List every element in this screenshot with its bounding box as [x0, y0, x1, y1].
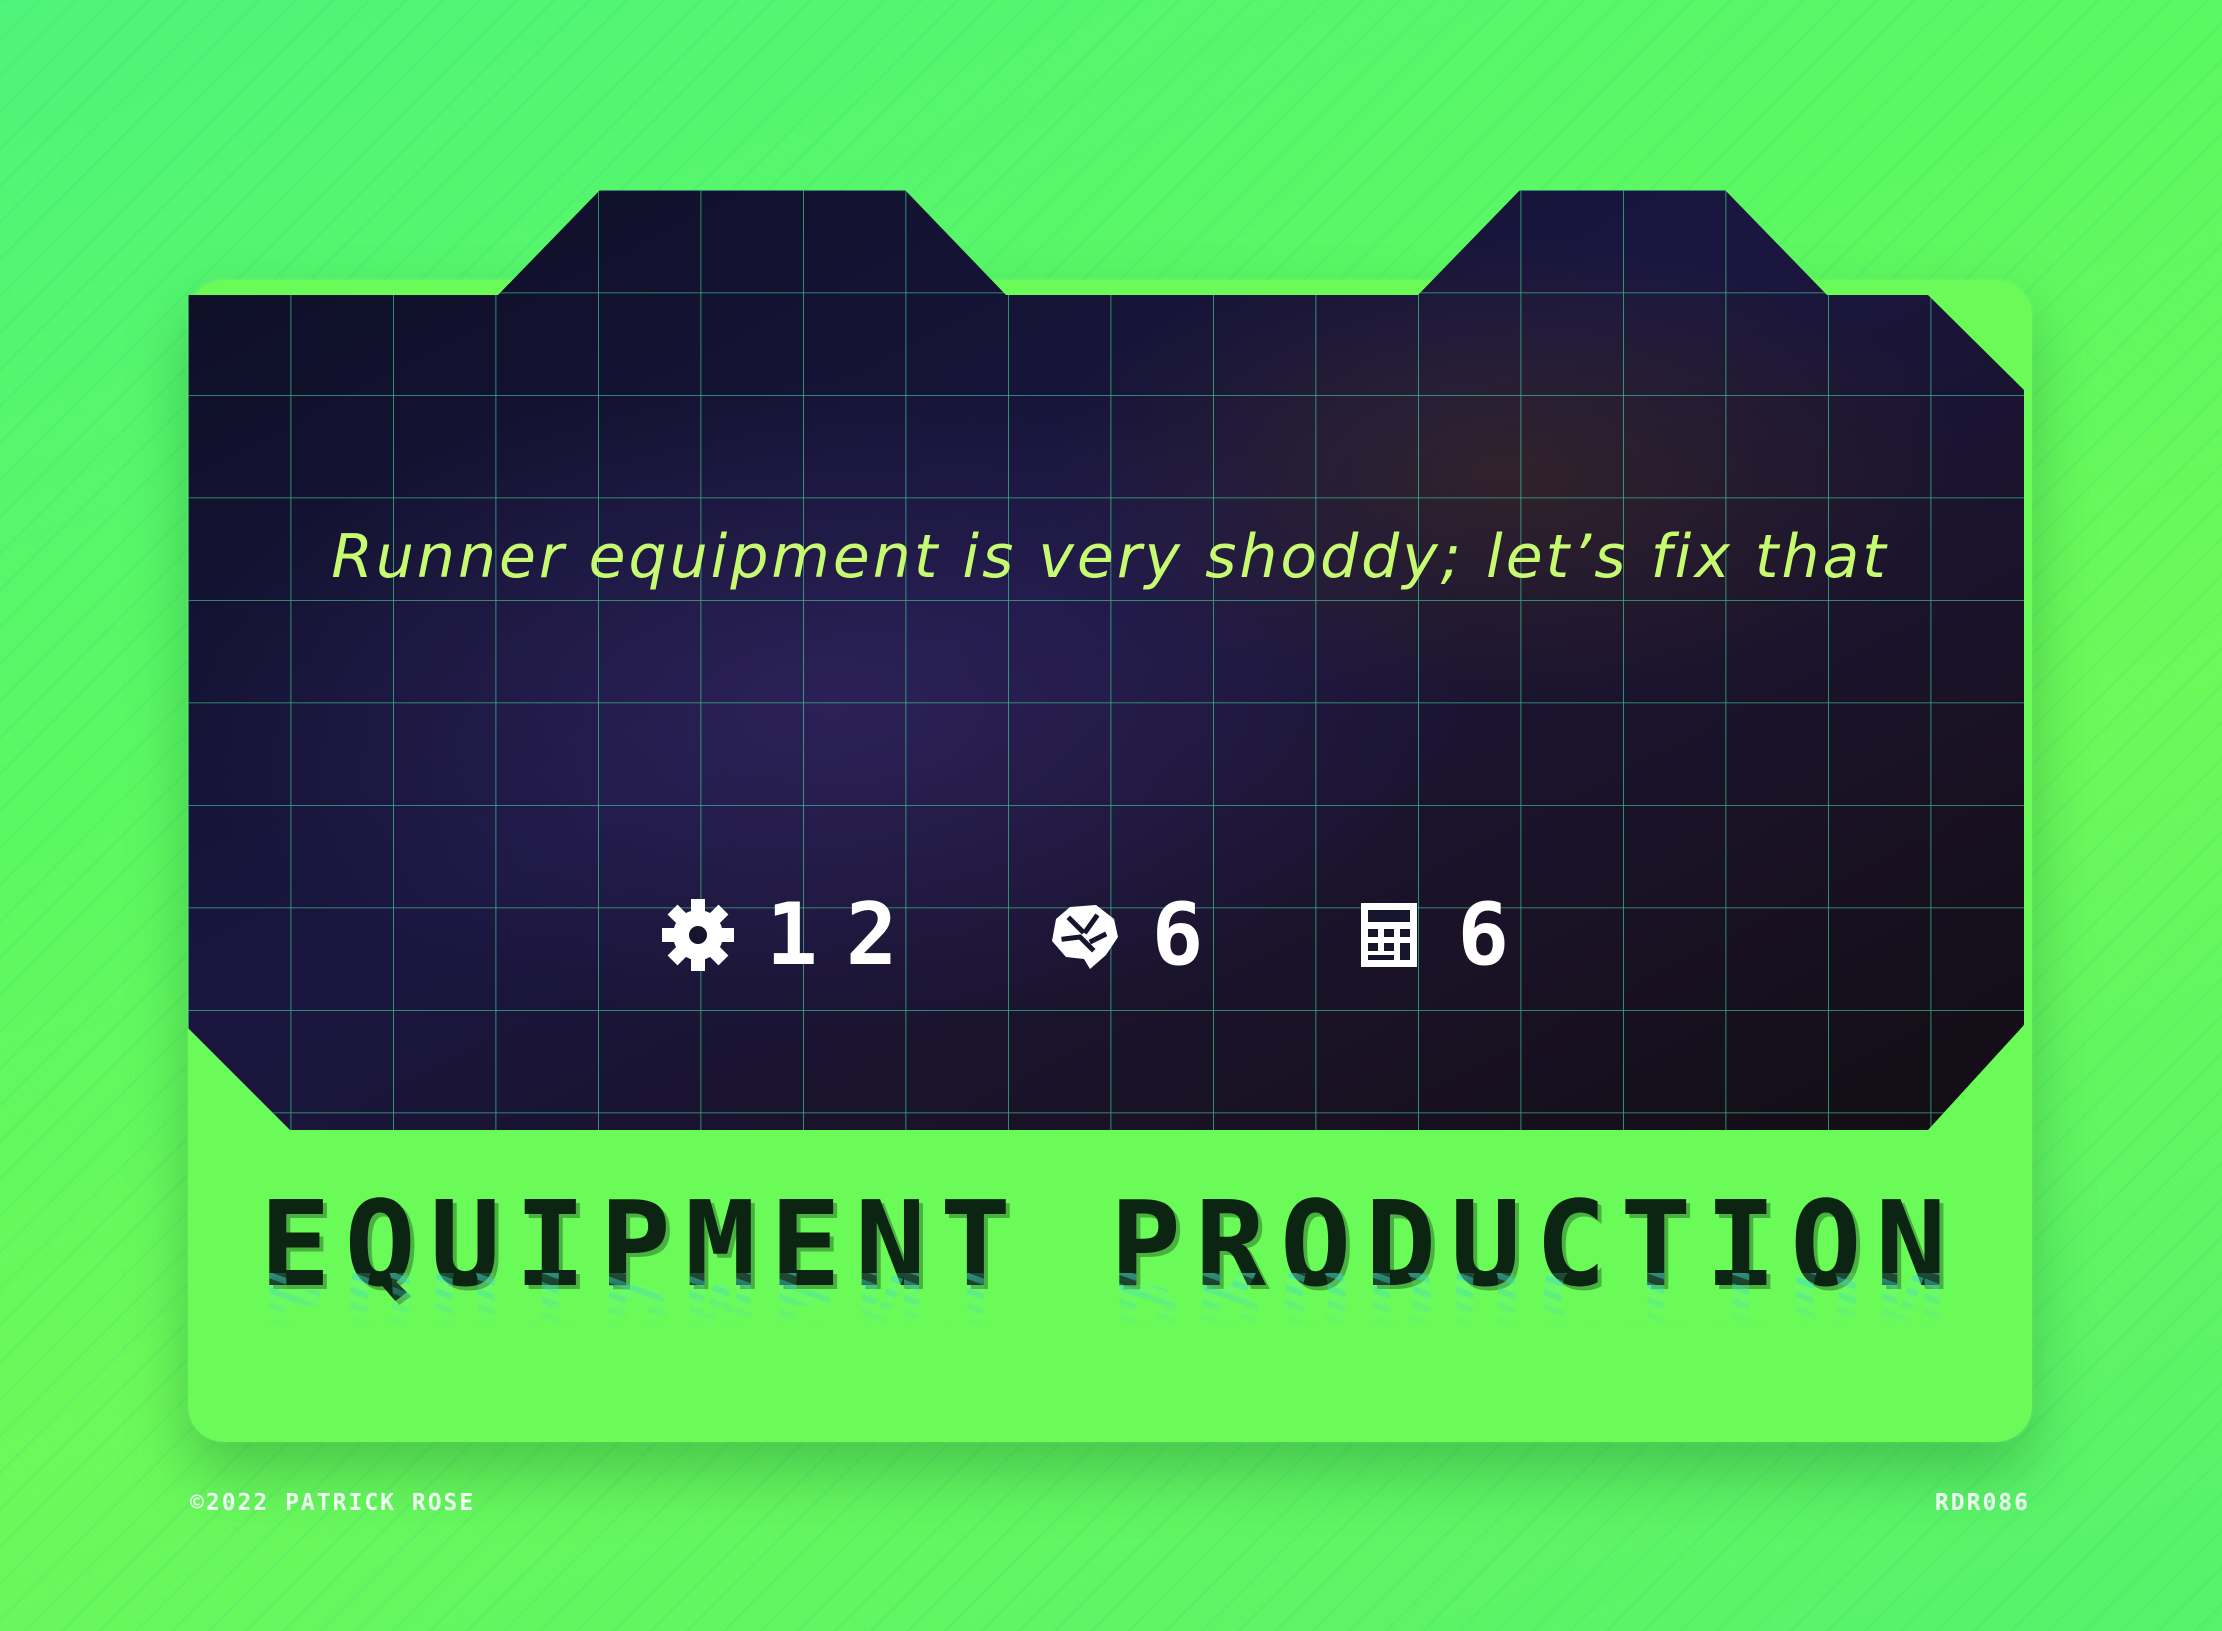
resource-costs: 12 6 6 [660, 885, 1537, 985]
brain-cost: 6 [1046, 892, 1232, 978]
gear-cost-value: 12 [766, 885, 926, 985]
flavor-text: Runner equipment is very shoddy; let’s f… [331, 522, 1889, 592]
card-art-screen [188, 190, 2024, 1130]
gear-cost: 12 [660, 892, 926, 978]
brain-icon [1046, 897, 1122, 973]
gear-icon [660, 897, 736, 973]
card-title-reflection: EQUIPMENT PRODUCTION [188, 1273, 2032, 1353]
copyright-text: ©2022 PATRICK ROSE [190, 1490, 476, 1516]
calculator-cost: 6 [1351, 892, 1537, 978]
calculator-cost-value: 6 [1457, 885, 1538, 985]
calculator-icon [1351, 897, 1427, 973]
brain-cost-value: 6 [1151, 885, 1232, 985]
card-code: RDR086 [1934, 1490, 2030, 1516]
card-title-block: EQUIPMENT PRODUCTION EQUIPMENT PRODUCTIO… [188, 1185, 2032, 1353]
